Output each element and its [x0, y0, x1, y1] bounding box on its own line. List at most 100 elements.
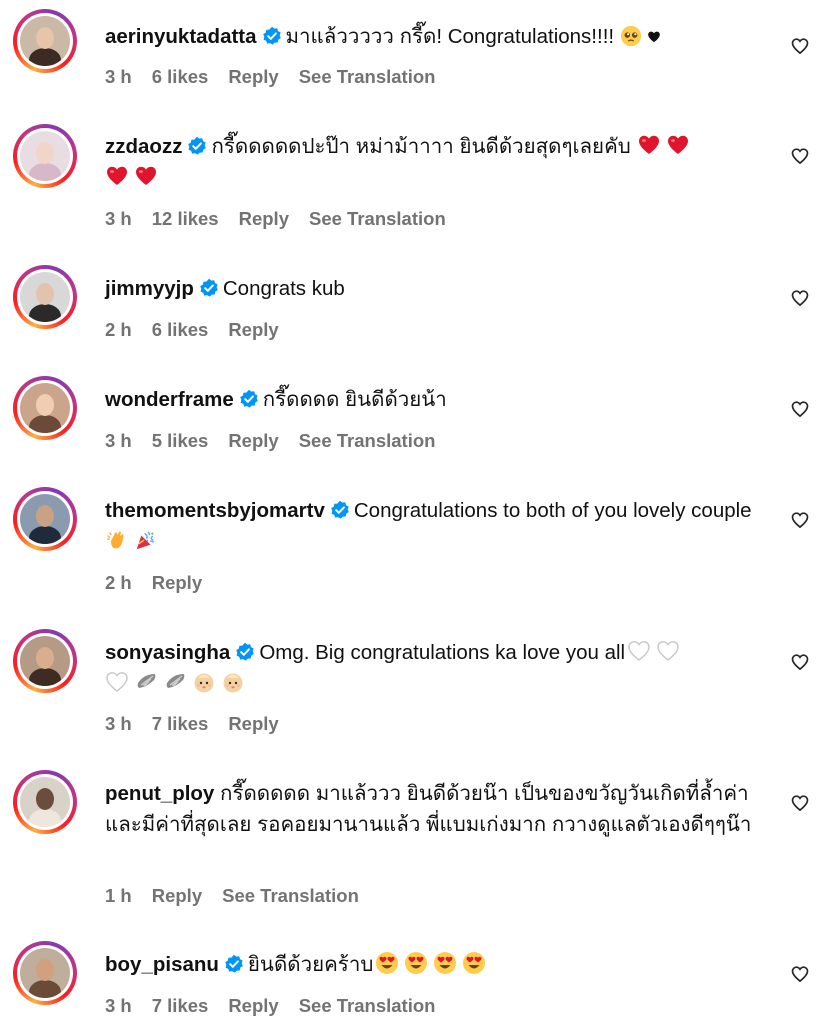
wing-emoji	[134, 670, 158, 694]
verified-badge-icon	[262, 26, 282, 46]
comment-meta: 3 h 7 likes Reply	[105, 713, 299, 735]
red-heart-emoji	[134, 164, 158, 188]
comment-time: 1 h	[105, 885, 132, 906]
username[interactable]: jimmyyjp	[105, 277, 194, 300]
username[interactable]: themomentsbyjomartv	[105, 499, 325, 522]
baby-emoji	[221, 670, 245, 694]
see-translation-button[interactable]: See Translation	[299, 66, 436, 87]
heart-outline-icon[interactable]	[790, 510, 810, 530]
reply-button[interactable]: Reply	[152, 885, 202, 906]
like-count[interactable]: 12 likes	[152, 208, 219, 229]
heart-eyes-emoji	[462, 951, 486, 975]
avatar[interactable]	[13, 124, 77, 188]
see-translation-button[interactable]: See Translation	[299, 995, 436, 1016]
reply-button[interactable]: Reply	[152, 572, 202, 593]
white-heart-emoji	[627, 639, 651, 663]
heart-outline-icon[interactable]	[790, 964, 810, 984]
comment-time: 3 h	[105, 995, 132, 1016]
reply-button[interactable]: Reply	[228, 319, 278, 340]
like-count[interactable]: 7 likes	[152, 995, 209, 1016]
red-heart-emoji	[105, 164, 129, 188]
red-heart-emoji	[637, 133, 661, 157]
heart-eyes-emoji	[375, 951, 399, 975]
see-translation-button[interactable]: See Translation	[222, 885, 359, 906]
comment-text-block: sonyasingha Omg. Big congratulations ka l…	[105, 637, 765, 699]
comment-time: 3 h	[105, 208, 132, 229]
avatar[interactable]	[13, 941, 77, 1005]
comment-text-block: aerinyuktadatta มาแล้ววววว กรี๊ด! Congrat…	[105, 21, 765, 52]
username[interactable]: penut_ploy	[105, 782, 214, 805]
comment-meta: 3 h 7 likes Reply See Translation	[105, 995, 455, 1017]
heart-outline-icon[interactable]	[790, 36, 810, 56]
verified-badge-icon	[235, 642, 255, 662]
reply-button[interactable]: Reply	[228, 713, 278, 734]
comment-meta: 2 h Reply	[105, 572, 222, 594]
comment-time: 3 h	[105, 430, 132, 451]
like-count[interactable]: 6 likes	[152, 319, 209, 340]
comment-text: Omg. Big congratulations ka love you all	[259, 641, 626, 664]
reply-button[interactable]: Reply	[239, 208, 289, 229]
heart-eyes-emoji	[433, 951, 457, 975]
clapping-hands-emoji	[105, 528, 129, 552]
comment-meta: 3 h 6 likes Reply See Translation	[105, 66, 455, 88]
comment-text: Congrats kub	[222, 277, 345, 300]
avatar[interactable]	[13, 376, 77, 440]
comment-text-block: boy_pisanu ยินดีด้วยคร้าบ	[105, 949, 765, 980]
comment-text: กรี๊ดดดด ยินดีด้วยน้า	[262, 388, 447, 411]
heart-outline-icon[interactable]	[790, 399, 810, 419]
comment-time: 3 h	[105, 66, 132, 87]
heart-eyes-emoji	[404, 951, 428, 975]
username[interactable]: boy_pisanu	[105, 953, 219, 976]
username[interactable]: aerinyuktadatta	[105, 25, 257, 48]
comment-text: ยินดีด้วยคร้าบ	[247, 953, 374, 976]
comment-time: 3 h	[105, 713, 132, 734]
avatar[interactable]	[13, 487, 77, 551]
username[interactable]: wonderframe	[105, 388, 234, 411]
pleading-face-emoji	[620, 25, 642, 47]
comment-time: 2 h	[105, 319, 132, 340]
avatar[interactable]	[13, 770, 77, 834]
verified-badge-icon	[330, 500, 350, 520]
heart-outline-icon[interactable]	[790, 146, 810, 166]
verified-badge-icon	[224, 954, 244, 974]
reply-button[interactable]: Reply	[228, 995, 278, 1016]
comment-text: กรี๊ดดดดดปะป๊า หม่าม้าาาา ยินดีด้วยสุดๆเ…	[211, 135, 631, 158]
red-heart-emoji	[666, 133, 690, 157]
white-heart-emoji	[656, 639, 680, 663]
see-translation-button[interactable]: See Translation	[299, 430, 436, 451]
comment-meta: 1 h Reply See Translation	[105, 885, 379, 907]
see-translation-button[interactable]: See Translation	[309, 208, 446, 229]
comment-meta: 2 h 6 likes Reply	[105, 319, 299, 341]
avatar[interactable]	[13, 9, 77, 73]
comment-text-block: themomentsbyjomartv Congratulations to bo…	[105, 495, 765, 557]
heart-outline-icon[interactable]	[790, 288, 810, 308]
reply-button[interactable]: Reply	[228, 430, 278, 451]
avatar[interactable]	[13, 629, 77, 693]
party-popper-emoji	[134, 530, 156, 552]
username[interactable]: zzdaozz	[105, 135, 182, 158]
verified-badge-icon	[239, 389, 259, 409]
comment-text: Congratulations to both of you lovely co…	[353, 499, 752, 522]
comment-text-block: zzdaozz กรี๊ดดดดดปะป๊า หม่าม้าาาา ยินดีด้…	[105, 131, 765, 193]
comment-text-block: penut_ploy กรี๊ดดดดด มาแล้ววว ยินดีด้วยน…	[105, 778, 765, 840]
comment-meta: 3 h 12 likes Reply See Translation	[105, 208, 466, 230]
baby-emoji	[192, 670, 216, 694]
like-count[interactable]: 5 likes	[152, 430, 209, 451]
comment-text-block: jimmyyjp Congrats kub	[105, 273, 765, 304]
white-heart-emoji	[105, 670, 129, 694]
black-heart-emoji	[647, 30, 661, 44]
reply-button[interactable]: Reply	[228, 66, 278, 87]
comment-time: 2 h	[105, 572, 132, 593]
like-count[interactable]: 6 likes	[152, 66, 209, 87]
username[interactable]: sonyasingha	[105, 641, 230, 664]
heart-outline-icon[interactable]	[790, 652, 810, 672]
comment-meta: 3 h 5 likes Reply See Translation	[105, 430, 455, 452]
heart-outline-icon[interactable]	[790, 793, 810, 813]
comment-text-block: wonderframe กรี๊ดดดด ยินดีด้วยน้า	[105, 384, 765, 415]
like-count[interactable]: 7 likes	[152, 713, 209, 734]
wing-emoji	[163, 670, 187, 694]
verified-badge-icon	[187, 136, 207, 156]
comment-text: มาแล้ววววว กรี๊ด! Congratulations!!!!	[285, 25, 615, 48]
avatar[interactable]	[13, 265, 77, 329]
verified-badge-icon	[199, 278, 219, 298]
